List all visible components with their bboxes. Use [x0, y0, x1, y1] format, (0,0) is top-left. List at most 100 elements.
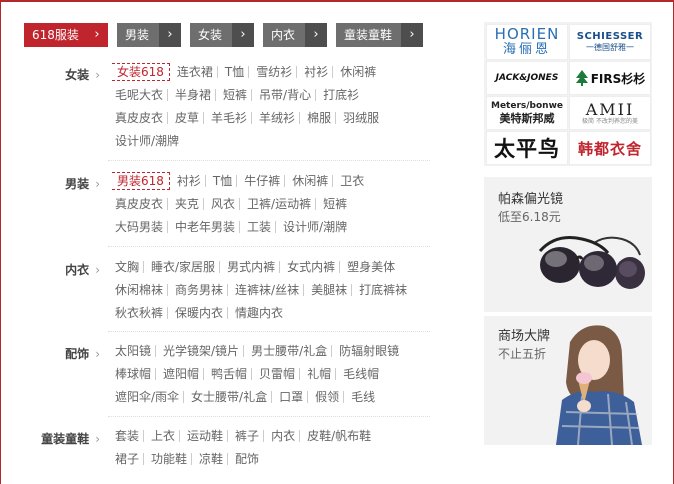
promo-sunglasses[interactable]: 帕森偏光镜 低至6.18元: [484, 177, 652, 312]
link-item[interactable]: 大码男装: [108, 221, 167, 233]
link-item[interactable]: 休闲棉袜: [108, 284, 167, 296]
link-item[interactable]: 连裤袜/丝袜: [227, 284, 303, 296]
brand-logo-taipingniao[interactable]: 太平鸟: [486, 131, 568, 165]
link-item[interactable]: 功能鞋: [143, 453, 191, 465]
link-row: 大码男装 中老年男装 工装 设计师/潮牌: [108, 216, 438, 239]
link-item[interactable]: 裤子: [227, 430, 263, 442]
link-item[interactable]: 棉服: [299, 112, 335, 124]
link-item[interactable]: 半身裙: [167, 89, 215, 101]
link-item[interactable]: 上衣: [143, 430, 179, 442]
category-links-men: 男装618 衬衫 T恤 牛仔裤 休闲裤 卫衣 真皮皮衣 夹克 风衣 卫裤/运动裤 短裤 大码男装中…: [108, 170, 438, 239]
link-item[interactable]: 衬衫: [296, 66, 332, 78]
chevron-right-icon: ›: [95, 347, 100, 361]
link-item[interactable]: 羊绒衫: [251, 112, 299, 124]
category-title-kids[interactable]: 童装童鞋 ›: [20, 430, 100, 447]
link-item[interactable]: 贝雷帽: [251, 368, 299, 380]
link-item[interactable]: 美腿袜: [303, 284, 351, 296]
link-item[interactable]: 礼帽: [299, 368, 335, 380]
link-item[interactable]: 假领: [307, 391, 343, 403]
link-item[interactable]: 保暖内衣: [167, 307, 227, 319]
link-item[interactable]: 套装: [108, 430, 143, 442]
link-item[interactable]: 衬衫: [170, 175, 205, 187]
link-item[interactable]: 皮鞋/帆布鞋: [299, 430, 375, 442]
link-item[interactable]: 短裤: [215, 89, 251, 101]
category-title-underwear[interactable]: 内衣 ›: [20, 261, 100, 278]
link-item[interactable]: 卫裤/运动裤: [239, 198, 315, 210]
brand-text: 一德国舒雅一: [586, 43, 634, 52]
tab-underwear[interactable]: 内衣 ›: [263, 23, 327, 47]
link-item[interactable]: 设计师/潮牌: [108, 135, 183, 147]
link-item[interactable]: 文胸: [108, 261, 143, 273]
link-item[interactable]: 塑身美体: [339, 261, 399, 273]
link-item[interactable]: 毛线: [343, 391, 379, 403]
link-item[interactable]: 内衣: [263, 430, 299, 442]
link-item[interactable]: 真皮皮衣: [108, 198, 167, 210]
link-item[interactable]: 皮草: [167, 112, 203, 124]
link-item[interactable]: 休闲裤: [284, 175, 332, 187]
link-item[interactable]: T恤: [216, 66, 248, 78]
brand-logo-handu[interactable]: 韩都衣舍: [569, 131, 651, 165]
brand-logo-amii[interactable]: AMII 极简 不改判养您的美: [569, 96, 651, 130]
brand-logo-firs[interactable]: FIRS杉杉: [569, 61, 651, 95]
link-item[interactable]: 连衣裙: [170, 66, 217, 78]
brand-text: 极简 不改判养您的美: [582, 117, 638, 125]
link-item[interactable]: 打底衫: [315, 89, 363, 101]
link-item[interactable]: 运动鞋: [179, 430, 227, 442]
brand-logo-horien[interactable]: HORIEN 海俪恩: [486, 24, 568, 60]
link-item[interactable]: 风衣: [203, 198, 239, 210]
tab-menswear[interactable]: 男装 ›: [117, 23, 181, 47]
link-item[interactable]: 口罩: [271, 391, 307, 403]
link-item[interactable]: 商务男袜: [167, 284, 227, 296]
link-item[interactable]: 毛呢大衣: [108, 89, 167, 101]
tab-womenswear[interactable]: 女装 ›: [190, 23, 254, 47]
link-item[interactable]: T恤: [204, 175, 236, 187]
link-item[interactable]: 防辐射眼镜: [331, 345, 403, 357]
link-item[interactable]: 配饰: [227, 453, 263, 465]
link-item[interactable]: 牛仔裤: [236, 175, 284, 187]
link-item[interactable]: 棒球帽: [108, 368, 155, 380]
link-item[interactable]: 打底裤袜: [351, 284, 411, 296]
link-item[interactable]: 鸭舌帽: [203, 368, 251, 380]
link-item[interactable]: 工装: [239, 221, 275, 233]
link-item[interactable]: 男士腰带/礼盒: [243, 345, 331, 357]
link-item[interactable]: 雪纺衫: [248, 66, 296, 78]
link-item[interactable]: 遮阳帽: [155, 368, 203, 380]
category-title-women[interactable]: 女装 ›: [20, 66, 100, 83]
tab-kids[interactable]: 童装童鞋 ›: [336, 23, 423, 47]
link-item[interactable]: 裙子: [108, 453, 143, 465]
brand-logo-schiesser[interactable]: SCHIESSER 一德国舒雅一: [569, 24, 651, 60]
brand-text: JACK&JONES: [495, 73, 559, 83]
link-item[interactable]: 凉鞋: [191, 453, 227, 465]
link-item[interactable]: 太阳镜: [108, 345, 155, 357]
link-item[interactable]: 女士腰带/礼盒: [183, 391, 271, 403]
link-item[interactable]: 男式内裤: [219, 261, 279, 273]
tab-label: 618服装: [32, 28, 79, 42]
link-item[interactable]: 光学镜架/镜片: [155, 345, 243, 357]
brand-logo-jackjones[interactable]: JACK&JONES: [486, 61, 568, 95]
link-item[interactable]: 设计师/潮牌: [275, 221, 351, 233]
link-item[interactable]: 羊毛衫: [203, 112, 251, 124]
category-title-accessories[interactable]: 配饰 ›: [20, 345, 100, 362]
link-item[interactable]: 休闲裤: [332, 66, 380, 78]
link-item[interactable]: 短裤: [315, 198, 351, 210]
link-item[interactable]: 男装618: [112, 172, 170, 190]
link-item[interactable]: 卫衣: [332, 175, 368, 187]
link-item[interactable]: 睡衣/家居服: [143, 261, 219, 273]
link-item[interactable]: 情趣内衣: [227, 307, 287, 319]
link-item[interactable]: 羽绒服: [335, 112, 383, 124]
link-item[interactable]: 真皮皮衣: [108, 112, 167, 124]
link-item[interactable]: 吊带/背心: [251, 89, 315, 101]
brand-logo-metersbonwe[interactable]: Meters/bonwe 美特斯邦威: [486, 96, 568, 130]
link-item[interactable]: 毛线帽: [335, 368, 383, 380]
link-item[interactable]: 夹克: [167, 198, 203, 210]
model-photo: [556, 325, 642, 445]
tree-icon: [575, 70, 588, 86]
category-title-men[interactable]: 男装 ›: [20, 175, 100, 192]
link-item[interactable]: 女装618: [112, 63, 170, 81]
promo-brands-discount[interactable]: 商场大牌 不止五折: [484, 316, 652, 445]
link-item[interactable]: 女式内裤: [279, 261, 339, 273]
link-item[interactable]: 秋衣秋裤: [108, 307, 167, 319]
link-item[interactable]: 遮阳伞/雨伞: [108, 391, 183, 403]
link-item[interactable]: 中老年男装: [167, 221, 239, 233]
tab-618-clothing[interactable]: 618服装 ›: [24, 23, 108, 47]
